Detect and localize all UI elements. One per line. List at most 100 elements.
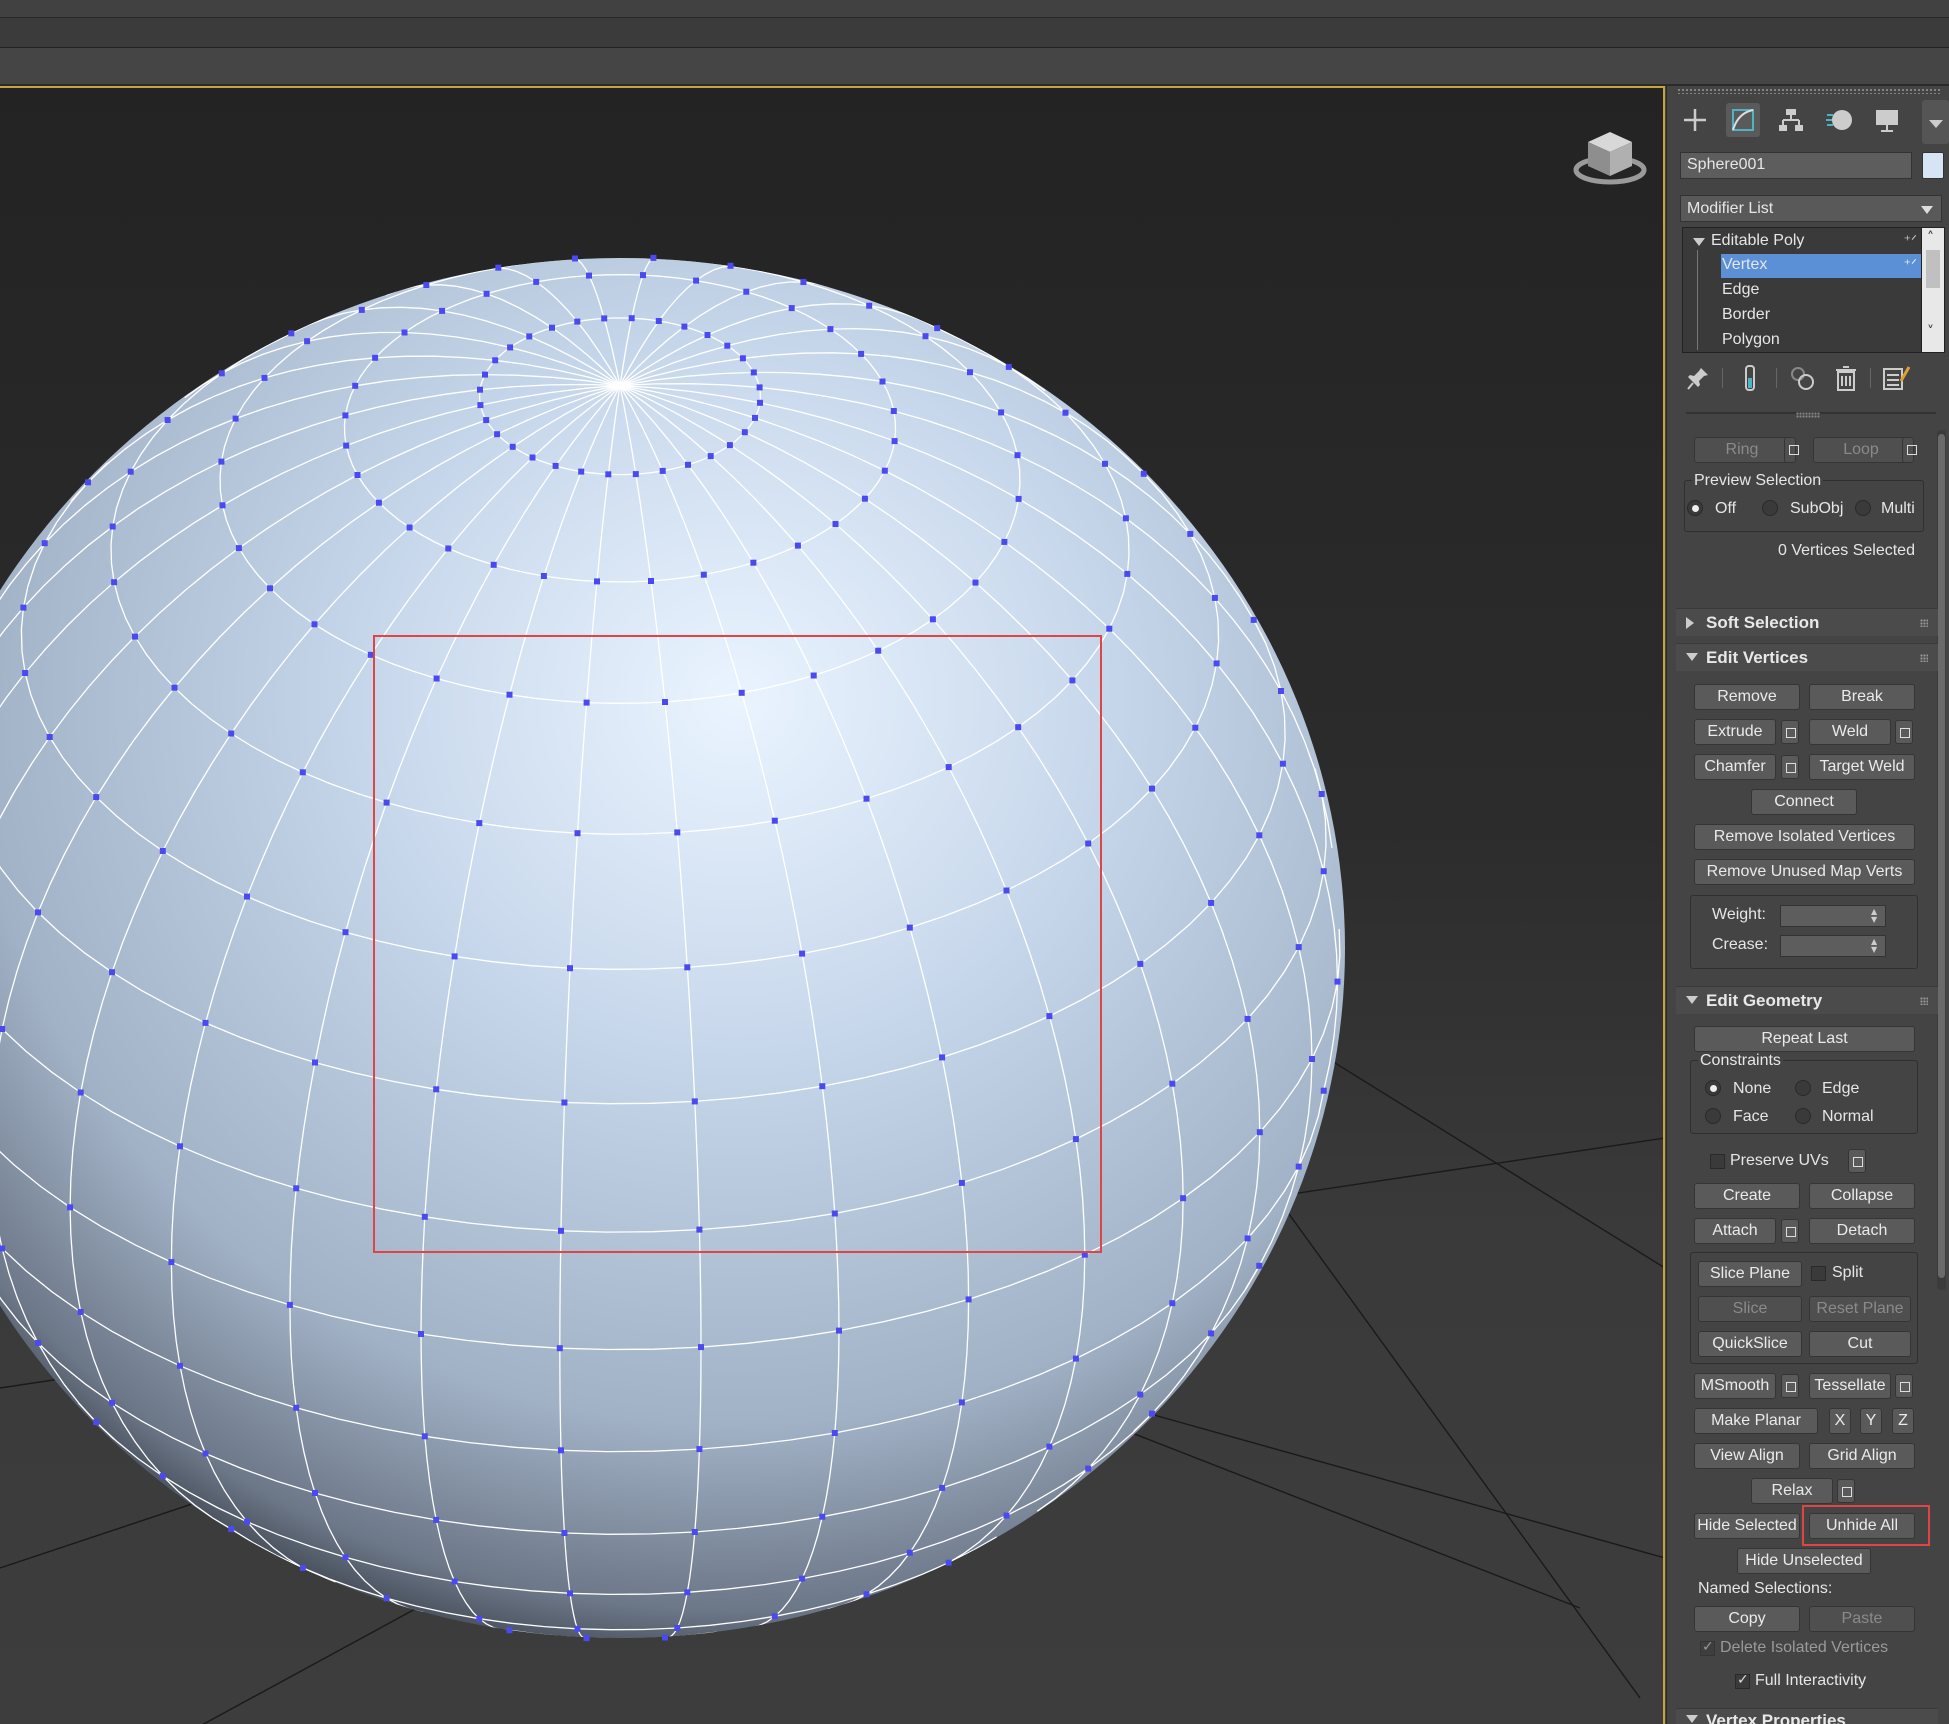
vertex-point[interactable] (490, 561, 497, 568)
vertex-point[interactable] (299, 1564, 306, 1571)
remove-unused-map-verts-button[interactable]: Remove Unused Map Verts (1694, 859, 1915, 885)
vertex-point[interactable] (451, 1578, 458, 1585)
vertex-point[interactable] (202, 1019, 209, 1026)
vertex-point[interactable] (375, 499, 382, 506)
vertex-point[interactable] (929, 616, 936, 623)
make-unique-icon[interactable] (1786, 362, 1818, 394)
vertex-point[interactable] (77, 1089, 84, 1096)
split-checkbox[interactable] (1811, 1266, 1826, 1281)
vertex-point[interactable] (861, 495, 868, 502)
vertex-point[interactable] (1187, 530, 1194, 537)
relax-settings-icon[interactable] (1837, 1479, 1855, 1503)
vertex-point[interactable] (788, 305, 795, 312)
crease-spinner[interactable]: ▲ ▼ (1780, 935, 1886, 957)
stack-item-edge[interactable]: Edge (1721, 279, 1921, 303)
vertex-point[interactable] (506, 1627, 513, 1634)
vertex-point[interactable] (109, 523, 116, 530)
vertex-point[interactable] (342, 1554, 349, 1561)
vertex-point[interactable] (958, 1399, 965, 1406)
vertex-point[interactable] (1003, 1512, 1010, 1519)
vertex-point[interactable] (771, 1613, 778, 1620)
vertex-point[interactable] (232, 415, 239, 422)
vertex-point[interactable] (831, 1430, 838, 1436)
vertex-properties-rollout-header[interactable]: Vertex Properties (1676, 1708, 1938, 1724)
vertex-point[interactable] (35, 909, 41, 916)
vertex-point[interactable] (1318, 791, 1325, 797)
vertex-point[interactable] (704, 332, 711, 338)
slice-plane-button[interactable]: Slice Plane (1698, 1261, 1802, 1287)
create-button[interactable]: Create (1694, 1183, 1800, 1209)
make-planar-y-button[interactable]: Y (1860, 1408, 1882, 1434)
ring-button[interactable]: Ring (1694, 437, 1790, 463)
vertex-point[interactable] (741, 429, 748, 436)
weld-settings-icon[interactable] (1895, 720, 1913, 744)
vertex-point[interactable] (572, 255, 578, 262)
edit-geometry-rollout-header[interactable]: Edit Geometry (1676, 986, 1938, 1014)
constraint-edge-radio[interactable] (1795, 1080, 1811, 1096)
vertex-point[interactable] (177, 1143, 183, 1150)
vertex-point[interactable] (218, 370, 225, 377)
vertex-point[interactable] (934, 325, 941, 332)
constraint-none-radio[interactable] (1705, 1080, 1721, 1096)
rollout-grip[interactable] (1796, 412, 1820, 418)
vertex-point[interactable] (1250, 616, 1257, 623)
vertex-point[interactable] (1256, 832, 1263, 839)
attach-list-icon[interactable] (1781, 1219, 1799, 1243)
collapse-button[interactable]: Collapse (1809, 1183, 1915, 1209)
vertex-point[interactable] (354, 472, 361, 478)
chevron-up-icon[interactable]: ˄ (1927, 230, 1934, 246)
vertex-point[interactable] (93, 794, 100, 801)
vertex-point[interactable] (681, 323, 688, 330)
vertex-point[interactable] (244, 1518, 250, 1525)
vertex-point[interactable] (726, 442, 733, 449)
vertex-point[interactable] (267, 585, 273, 592)
vertex-point[interactable] (836, 1327, 842, 1334)
vertex-point[interactable] (168, 1259, 175, 1266)
vertex-point[interactable] (827, 326, 834, 333)
target-weld-button[interactable]: Target Weld (1809, 754, 1915, 780)
vertex-point[interactable] (756, 384, 763, 391)
viewcube-icon[interactable] (1570, 120, 1650, 190)
vertex-point[interactable] (863, 1591, 870, 1598)
object-name-field[interactable]: Sphere001 (1680, 152, 1912, 179)
vertex-point[interactable] (628, 315, 635, 322)
stack-item-editable-poly[interactable]: Editable Poly ⁺ᐟ (1683, 230, 1923, 254)
vertex-point[interactable] (421, 1433, 428, 1440)
chevron-down-icon[interactable]: ˅ (1927, 324, 1934, 340)
quickslice-button[interactable]: QuickSlice (1698, 1331, 1802, 1357)
vertex-point[interactable] (304, 338, 311, 345)
vertex-point[interactable] (482, 371, 488, 378)
vertex-point[interactable] (299, 769, 306, 776)
vertex-point[interactable] (1015, 495, 1022, 502)
vertex-point[interactable] (684, 1589, 691, 1596)
vertex-point[interactable] (1295, 944, 1302, 951)
vertex-point[interactable] (605, 471, 612, 478)
vertex-point[interactable] (109, 1399, 115, 1406)
vertex-point[interactable] (724, 342, 731, 349)
vertex-point[interactable] (1180, 1195, 1187, 1202)
preserve-uvs-settings-icon[interactable] (1848, 1149, 1866, 1173)
vertex-point[interactable] (799, 1575, 806, 1582)
vertex-point[interactable] (1046, 1443, 1053, 1450)
vertex-point[interactable] (111, 579, 118, 586)
show-end-result-icon[interactable] (1734, 362, 1766, 394)
vertex-point[interactable] (1169, 1080, 1176, 1087)
vertex-point[interactable] (972, 579, 979, 586)
hierarchy-icon[interactable] (1774, 103, 1808, 137)
vertex-point[interactable] (312, 1490, 318, 1496)
vertex-point[interactable] (998, 409, 1005, 416)
extrude-settings-icon[interactable] (1781, 720, 1799, 744)
vertex-point[interactable] (574, 318, 581, 325)
vertex-point[interactable] (433, 1516, 440, 1523)
full-interactivity-checkbox[interactable] (1735, 1672, 1750, 1689)
repeat-last-button[interactable]: Repeat Last (1694, 1026, 1915, 1052)
vertex-point[interactable] (1256, 1129, 1263, 1136)
create-icon[interactable] (1678, 103, 1712, 137)
chamfer-settings-icon[interactable] (1781, 755, 1799, 779)
vertex-point[interactable] (67, 1204, 74, 1211)
vertex-point[interactable] (750, 369, 757, 376)
vertex-point[interactable] (1213, 660, 1220, 667)
vertex-point[interactable] (561, 1530, 568, 1536)
vertex-point[interactable] (881, 467, 888, 474)
vertex-point[interactable] (752, 414, 758, 421)
